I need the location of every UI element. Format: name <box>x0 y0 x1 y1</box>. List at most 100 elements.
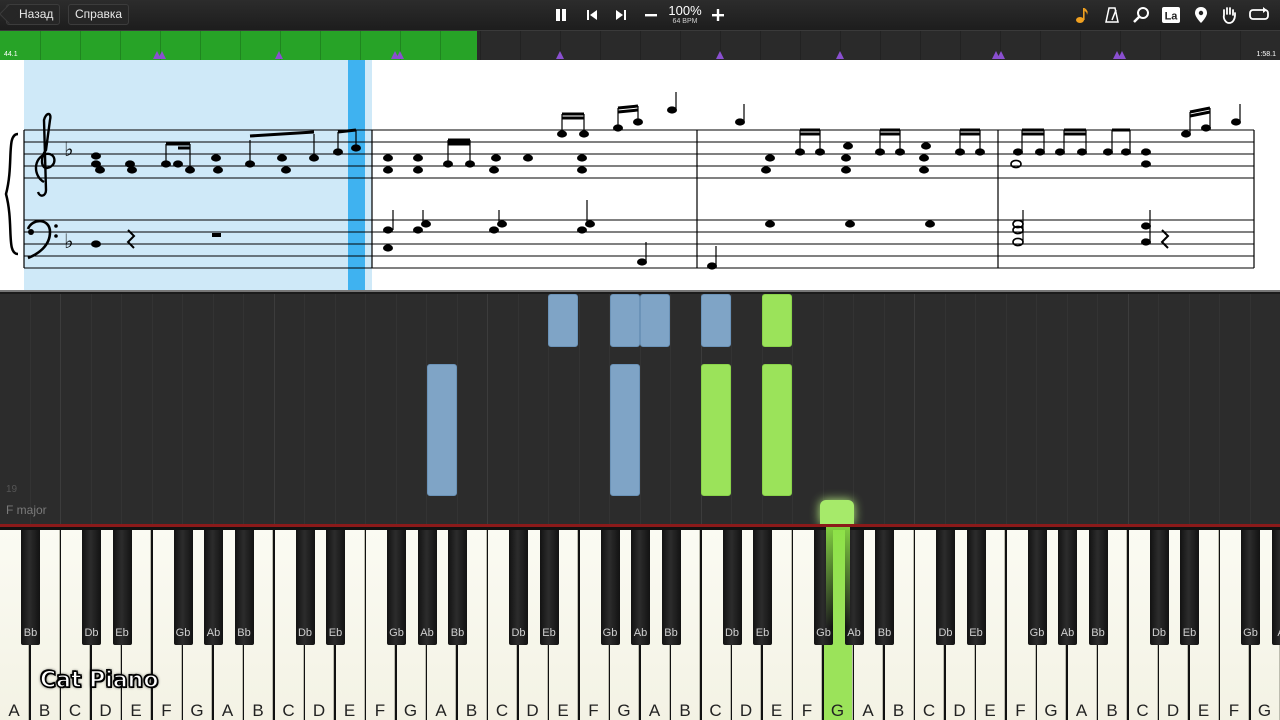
timeline-marker[interactable] <box>556 51 564 59</box>
location-pin-icon[interactable] <box>1190 4 1212 26</box>
black-key-label: Gb <box>175 627 191 639</box>
white-key-label: F <box>1228 701 1240 720</box>
timeline-grid-line <box>1080 31 1081 61</box>
timeline-marker[interactable] <box>997 51 1005 59</box>
white-key-label: F <box>801 701 813 720</box>
falling-note <box>610 294 640 347</box>
plus-icon[interactable] <box>707 4 729 26</box>
timeline-grid-line <box>600 31 601 61</box>
black-key-label: Ab <box>633 627 648 639</box>
playhead[interactable] <box>348 60 365 292</box>
black-key[interactable]: A <box>1271 530 1280 645</box>
key-guide-line <box>1005 294 1007 524</box>
key-guide-line <box>121 294 122 524</box>
white-key-label: C <box>922 701 936 720</box>
key-guide-line <box>1097 294 1098 524</box>
pressed-key-glow <box>820 500 854 524</box>
timeline-grid-line <box>1240 31 1241 61</box>
song-timeline[interactable]: 44.1 1:58.1 <box>0 30 1280 61</box>
white-key-label: D <box>739 701 753 720</box>
note-icon[interactable] <box>1071 4 1093 26</box>
black-key[interactable]: Eb <box>1180 530 1199 645</box>
white-key-label: B <box>252 701 264 720</box>
black-key[interactable]: Db <box>295 530 315 645</box>
black-key[interactable]: Db <box>936 530 955 645</box>
top-toolbar: Назад Справка 100% 64 BPM La <box>0 0 1280 30</box>
timeline-marker[interactable] <box>716 51 724 59</box>
black-key[interactable]: Gb <box>1241 530 1260 645</box>
black-key[interactable]: Gb <box>600 530 620 645</box>
timeline-marker[interactable] <box>396 51 404 59</box>
white-key-label: B <box>892 701 905 720</box>
timeline-grid-line <box>800 31 801 61</box>
key-guide-line <box>975 294 976 524</box>
black-key[interactable]: Db <box>722 530 742 645</box>
white-key-label: B <box>1106 701 1118 720</box>
black-key[interactable]: Db <box>1149 530 1169 645</box>
hand-icon[interactable] <box>1218 4 1240 26</box>
falling-note <box>701 364 731 496</box>
white-key-label: C <box>709 701 722 720</box>
black-key-label: Bb <box>877 627 892 639</box>
falling-note <box>427 364 457 496</box>
loop-icon[interactable] <box>1248 4 1270 26</box>
black-key[interactable]: Eb <box>753 530 772 645</box>
black-key[interactable]: Bb <box>21 530 40 645</box>
key-guide-line <box>487 294 488 524</box>
skip-forward-icon[interactable] <box>610 4 632 26</box>
white-key-label: D <box>99 701 112 720</box>
minus-icon[interactable] <box>640 4 662 26</box>
black-key[interactable]: Eb <box>539 530 559 645</box>
white-key-label: G <box>403 701 418 720</box>
black-key[interactable]: Gb <box>387 530 406 645</box>
black-key[interactable]: Bb <box>448 530 467 645</box>
black-key[interactable]: Ab <box>204 530 223 645</box>
key-guide-line <box>60 294 61 524</box>
back-button[interactable]: Назад <box>6 4 61 25</box>
black-key[interactable]: Eb <box>326 530 345 645</box>
black-key[interactable]: Eb <box>966 530 986 645</box>
black-key[interactable]: Ab <box>417 530 437 645</box>
channel-watermark: Cat Piano <box>39 667 159 694</box>
key-guide-line <box>944 294 946 524</box>
magnifier-icon[interactable] <box>1130 4 1152 26</box>
key-guide-line <box>90 294 92 524</box>
tempo-bpm: 64 BPM <box>672 18 698 25</box>
falling-note <box>762 364 792 496</box>
black-key-label: Gb <box>389 627 404 639</box>
black-key-label: Eb <box>1182 627 1197 639</box>
timeline-marker[interactable] <box>275 51 283 59</box>
timeline-marker[interactable] <box>836 51 844 59</box>
black-key-label: Bb <box>23 627 38 639</box>
played-measure-highlight <box>24 60 372 290</box>
white-key-label: A <box>8 701 20 720</box>
synthesia-player: Назад Справка 100% 64 BPM La 44.1 1:58.1… <box>0 0 1280 720</box>
sheet-music[interactable]: ♭ ♭ <box>0 60 1280 292</box>
black-key[interactable]: Ab <box>631 530 650 645</box>
black-key-label: Gb <box>602 627 618 639</box>
black-key[interactable]: Eb <box>112 530 132 645</box>
key-guide-line <box>29 294 31 524</box>
help-button[interactable]: Справка <box>68 4 130 25</box>
white-key-label: G <box>190 701 204 720</box>
black-key[interactable]: Ab <box>1058 530 1077 645</box>
piano-keyboard[interactable]: ABCDEFGABCDEFGABCDEFGABCDEFGABCDEFGABCDE… <box>0 524 1280 720</box>
note-waterfall: 19 F major <box>0 294 1280 524</box>
timeline-marker[interactable] <box>158 51 166 59</box>
metronome-icon[interactable] <box>1101 4 1123 26</box>
black-key[interactable]: Bb <box>661 530 681 645</box>
black-key[interactable]: Gb <box>173 530 193 645</box>
skip-back-icon[interactable] <box>581 4 603 26</box>
black-key[interactable]: Db <box>82 530 101 645</box>
black-key[interactable]: Gb <box>1027 530 1047 645</box>
key-guide-line <box>792 294 793 524</box>
black-key-label: Bb <box>1091 627 1105 639</box>
black-key[interactable]: Bb <box>234 530 254 645</box>
timeline-marker[interactable] <box>1118 51 1126 59</box>
pause-icon[interactable] <box>550 4 572 26</box>
label-icon[interactable]: La <box>1160 4 1182 26</box>
timeline-grid-line <box>80 31 81 61</box>
black-key[interactable]: Bb <box>1088 530 1108 645</box>
black-key[interactable]: Bb <box>875 530 894 645</box>
black-key[interactable]: Db <box>509 530 528 645</box>
